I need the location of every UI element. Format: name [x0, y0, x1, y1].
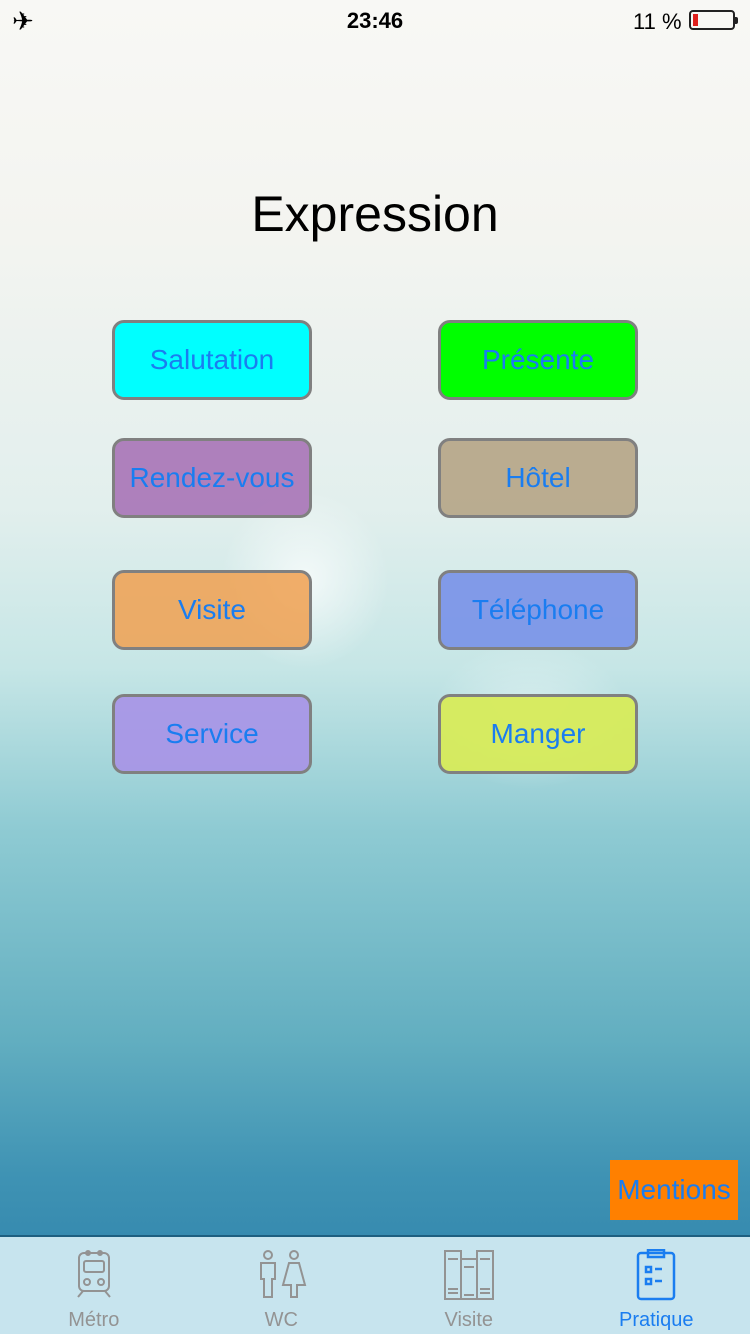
status-bar: ✈ 23:46 11 % — [0, 0, 750, 40]
tab-pratique[interactable]: Pratique — [563, 1237, 750, 1334]
mentions-button[interactable]: Mentions — [610, 1160, 738, 1220]
tab-label: Pratique — [619, 1309, 694, 1331]
visite-button[interactable]: Visite — [112, 570, 312, 650]
rendez-vous-button[interactable]: Rendez-vous — [112, 438, 312, 518]
presente-button[interactable]: Présente — [438, 320, 638, 400]
hotel-button[interactable]: Hôtel — [438, 438, 638, 518]
battery-percent: 11 % — [633, 9, 682, 34]
tab-label: Métro — [68, 1309, 120, 1331]
train-icon — [76, 1250, 111, 1298]
tab-label: WC — [264, 1309, 298, 1331]
books-icon — [443, 1250, 494, 1300]
restroom-icon — [260, 1250, 307, 1298]
tab-bar: Métro WC Visite Pratique — [0, 1235, 750, 1334]
tab-wc[interactable]: WC — [188, 1237, 376, 1334]
service-button[interactable]: Service — [112, 694, 312, 774]
manger-button[interactable]: Manger — [438, 694, 638, 774]
clipboard-icon — [637, 1249, 676, 1301]
telephone-button[interactable]: Téléphone — [438, 570, 638, 650]
page-title: Expression — [251, 186, 499, 242]
battery-icon — [689, 10, 738, 30]
tab-metro[interactable]: Métro — [0, 1237, 188, 1334]
tab-label: Visite — [444, 1309, 494, 1331]
salutation-button[interactable]: Salutation — [112, 320, 312, 400]
tab-visite[interactable]: Visite — [375, 1237, 563, 1334]
